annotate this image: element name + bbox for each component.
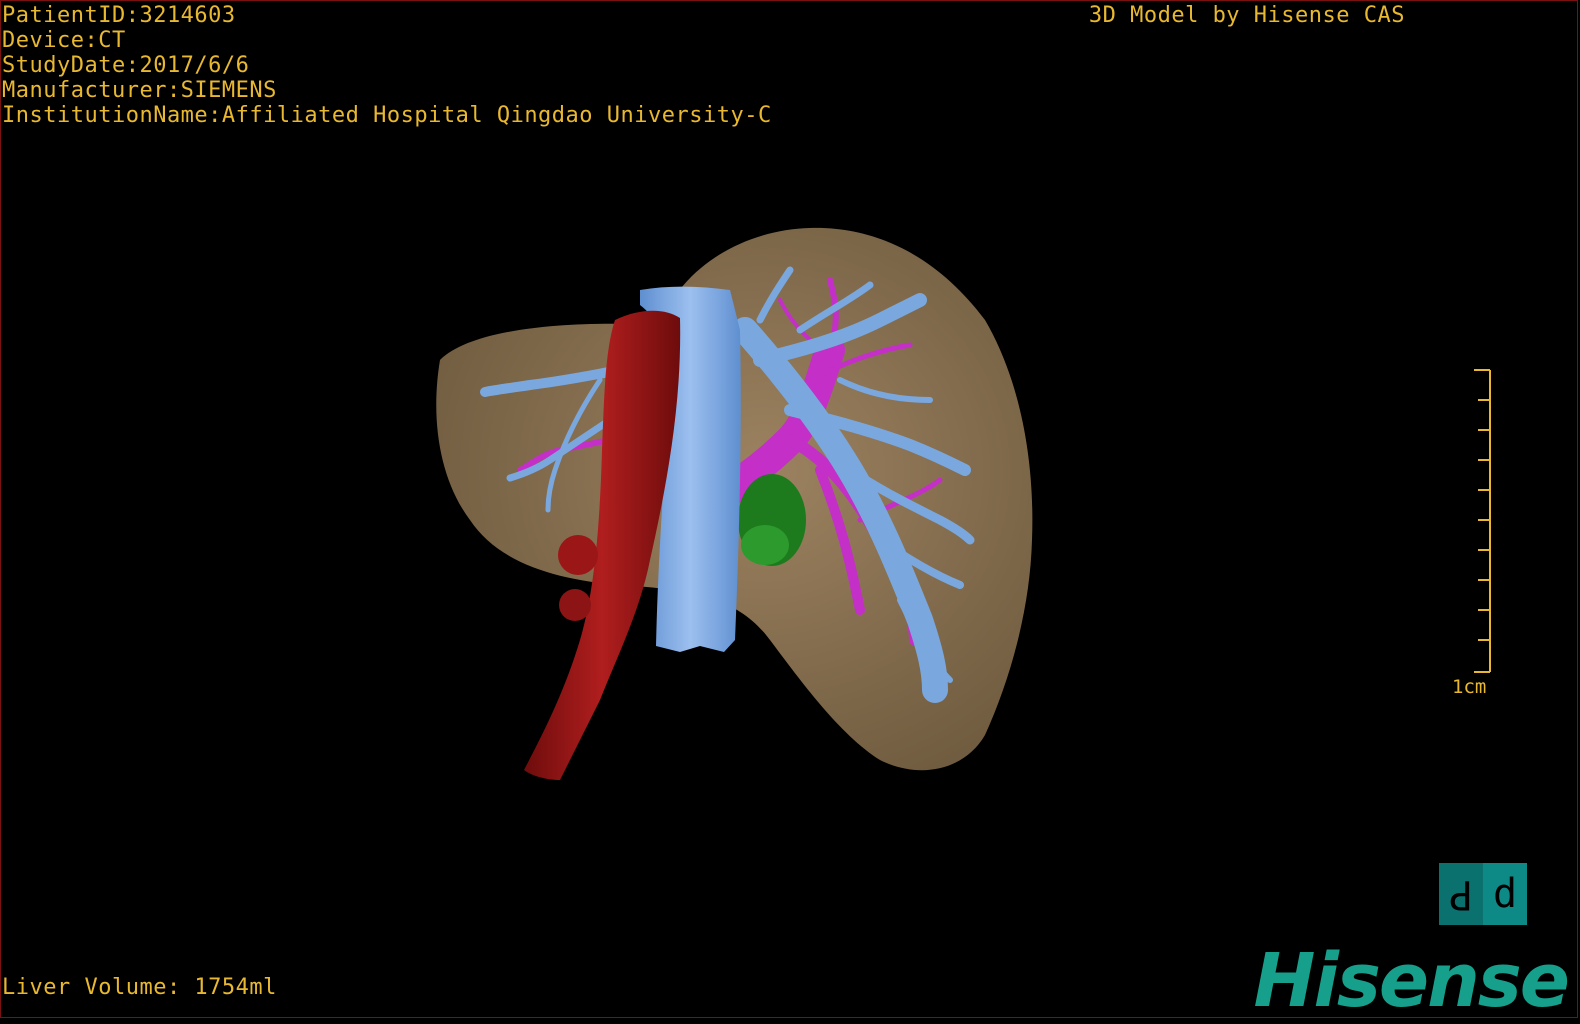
3d-liver-model-viewport[interactable] <box>0 0 1580 1020</box>
manufacturer: Manufacturer:SIEMENS <box>2 78 277 103</box>
institution-name: InstitutionName:Affiliated Hospital Qing… <box>2 103 772 128</box>
orientation-cube[interactable]: P d <box>1439 863 1527 925</box>
model-credit: 3D Model by Hisense CAS <box>1088 3 1405 28</box>
device: Device:CT <box>2 28 126 53</box>
patient-id: PatientID:3214603 <box>2 3 236 28</box>
liver-volume: Liver Volume: 1754ml <box>2 975 277 1000</box>
dicom-info-overlay: PatientID:3214603 Device:CT StudyDate:2017… <box>2 3 772 128</box>
study-date: StudyDate:2017/6/6 <box>2 53 250 78</box>
scale-ruler-label: 1cm <box>1452 676 1487 698</box>
orientation-face-right[interactable]: d <box>1483 863 1527 925</box>
orientation-face-posterior[interactable]: P <box>1439 863 1483 925</box>
scale-ruler <box>1474 369 1491 673</box>
lesion <box>738 474 806 566</box>
hisense-logo: Hisense <box>1253 938 1570 1024</box>
